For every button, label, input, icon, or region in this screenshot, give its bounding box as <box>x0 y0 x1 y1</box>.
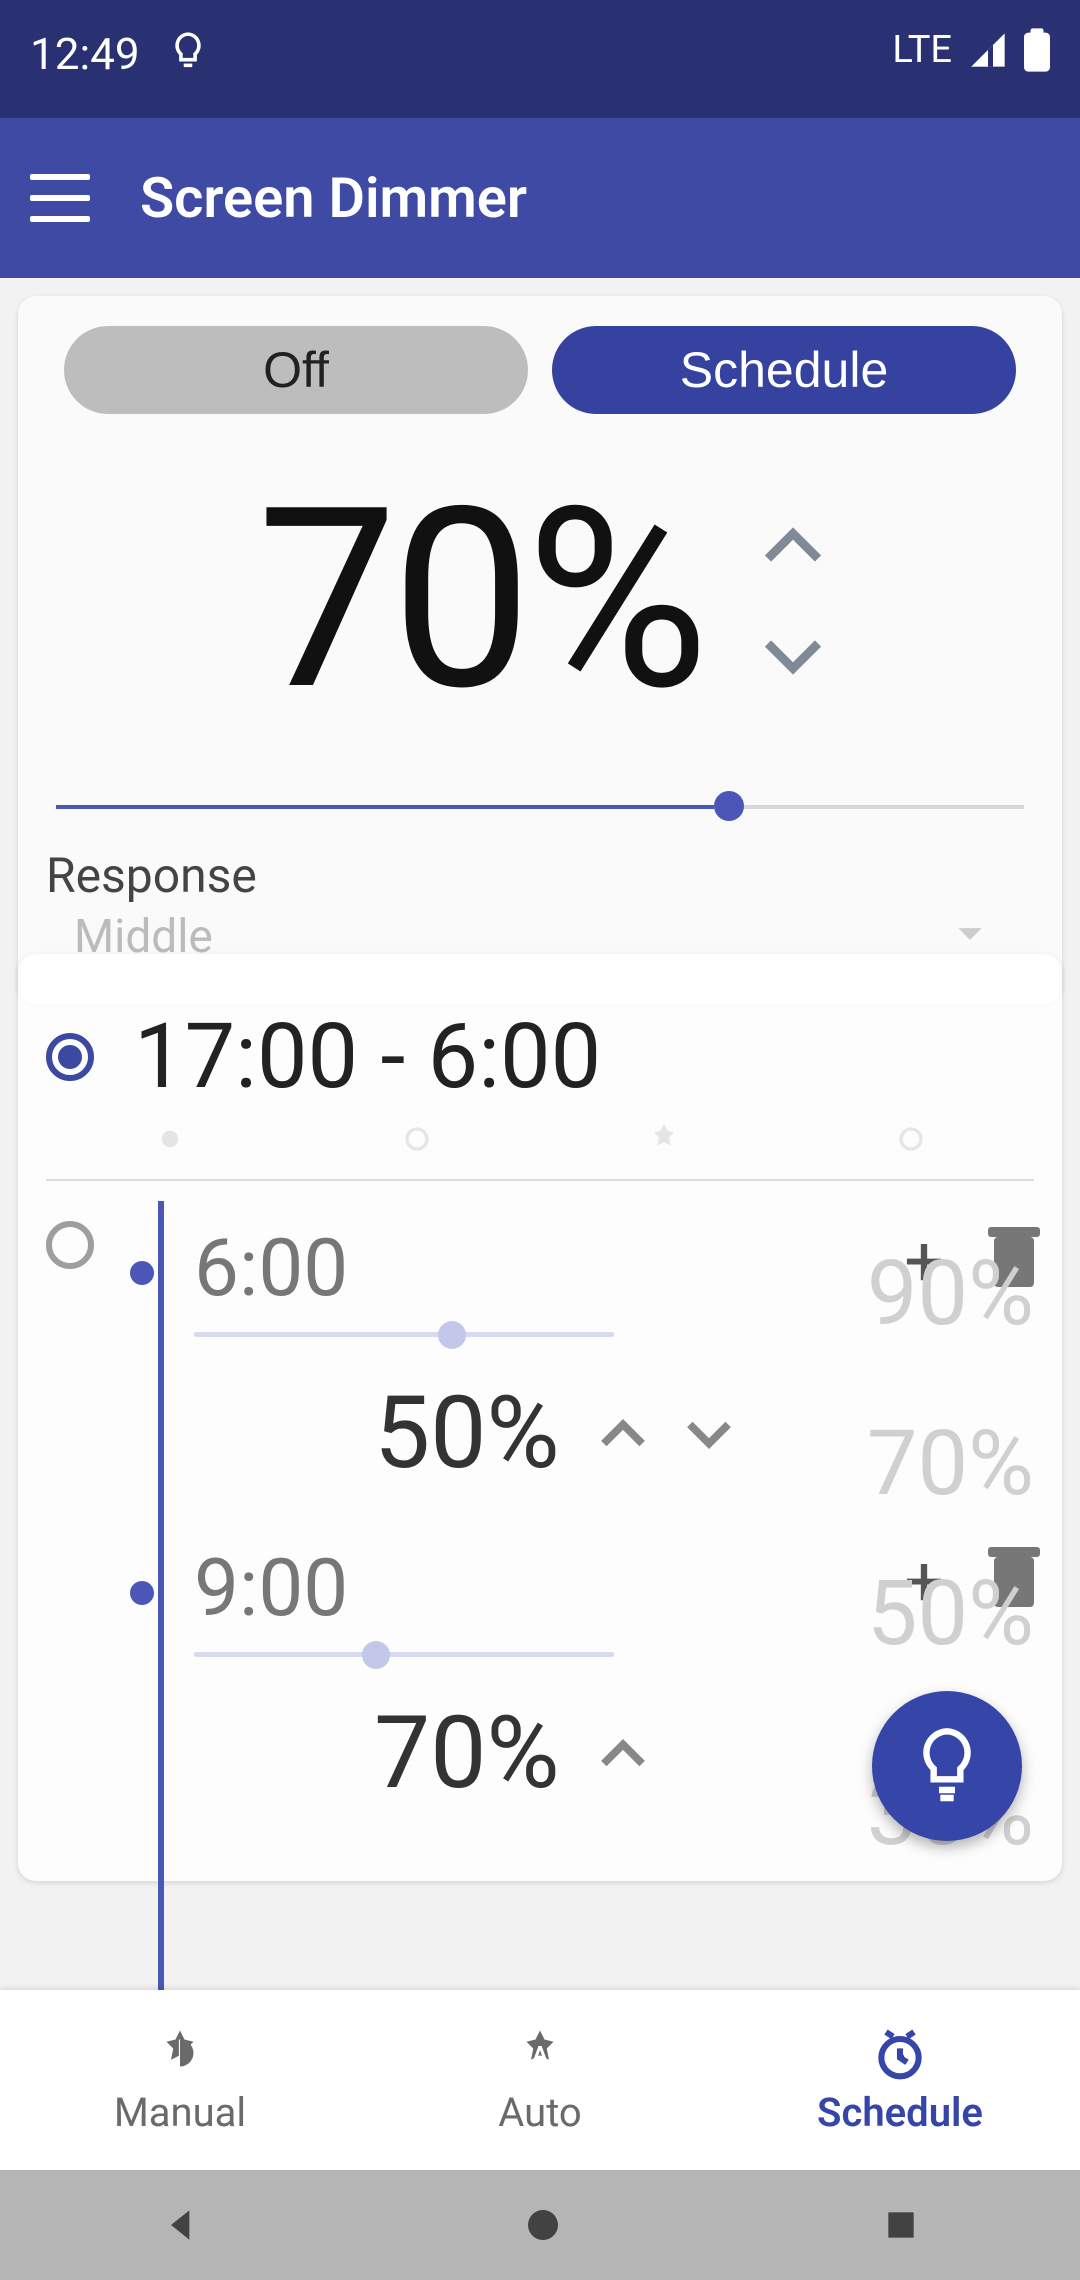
mode-schedule-button[interactable]: Schedule <box>552 326 1016 414</box>
bulb-status-icon <box>168 34 208 74</box>
ghost-icon-row <box>46 1119 1034 1159</box>
nav-manual[interactable]: Manual <box>0 1990 360 2170</box>
chevron-down-icon[interactable] <box>686 1419 732 1449</box>
fab-bulb-button[interactable] <box>872 1691 1022 1841</box>
home-icon[interactable] <box>523 2205 563 2245</box>
chevron-up-icon[interactable] <box>600 1419 646 1449</box>
brightness-card: Off Schedule 70% Response Middle <box>18 296 1062 1004</box>
battery-icon <box>1024 28 1050 72</box>
schedule-item-slider[interactable] <box>194 1325 614 1345</box>
manual-icon <box>152 2025 208 2081</box>
nav-schedule[interactable]: Schedule <box>720 1990 1080 2170</box>
mode-off-button[interactable]: Off <box>64 326 528 414</box>
svg-text:A: A <box>532 2042 548 2068</box>
back-icon[interactable] <box>160 2203 204 2247</box>
schedule-ghost-top: 90% <box>867 1241 1034 1346</box>
schedule-timeline-radio[interactable] <box>46 1221 94 1269</box>
network-label: LTE <box>892 28 952 72</box>
schedule-item-slider[interactable] <box>194 1645 614 1665</box>
dropdown-icon[interactable] <box>956 925 984 943</box>
recent-icon[interactable] <box>882 2206 920 2244</box>
schedule-item-pct: 50% <box>374 1375 560 1492</box>
nav-manual-label: Manual <box>114 2089 246 2136</box>
brightness-up-button[interactable] <box>763 526 823 566</box>
status-bar: 12:49 LTE <box>0 0 1080 118</box>
bottom-nav: Manual A Auto Schedule <box>0 1990 1080 2170</box>
schedule-card: 17:00 - 6:00 + <box>18 954 1062 1881</box>
brightness-slider[interactable] <box>56 797 1024 817</box>
schedule-range-radio[interactable] <box>46 1033 94 1081</box>
app-bar: Screen Dimmer <box>0 118 1080 278</box>
schedule-ghost-bottom: 70% <box>867 1411 1034 1516</box>
signal-icon <box>968 30 1008 70</box>
status-time: 12:49 <box>30 28 140 80</box>
brightness-value: 70% <box>257 454 703 747</box>
content-area: Off Schedule 70% Response Middle <box>0 278 1080 1990</box>
nav-auto[interactable]: A Auto <box>360 1990 720 2170</box>
auto-icon: A <box>512 2025 568 2081</box>
nav-auto-label: Auto <box>498 2089 581 2136</box>
chevron-up-icon[interactable] <box>600 1739 646 1769</box>
brightness-down-button[interactable] <box>763 636 823 676</box>
menu-icon[interactable] <box>30 174 90 222</box>
nav-schedule-label: Schedule <box>817 2089 983 2136</box>
schedule-icon <box>872 2025 928 2081</box>
schedule-item-pct: 70% <box>374 1695 560 1812</box>
app-title: Screen Dimmer <box>140 165 527 231</box>
schedule-ghost-top: 50% <box>867 1561 1034 1666</box>
schedule-range-text[interactable]: 17:00 - 6:00 <box>134 1004 601 1109</box>
system-nav <box>0 2170 1080 2280</box>
response-label: Response <box>46 847 1034 904</box>
